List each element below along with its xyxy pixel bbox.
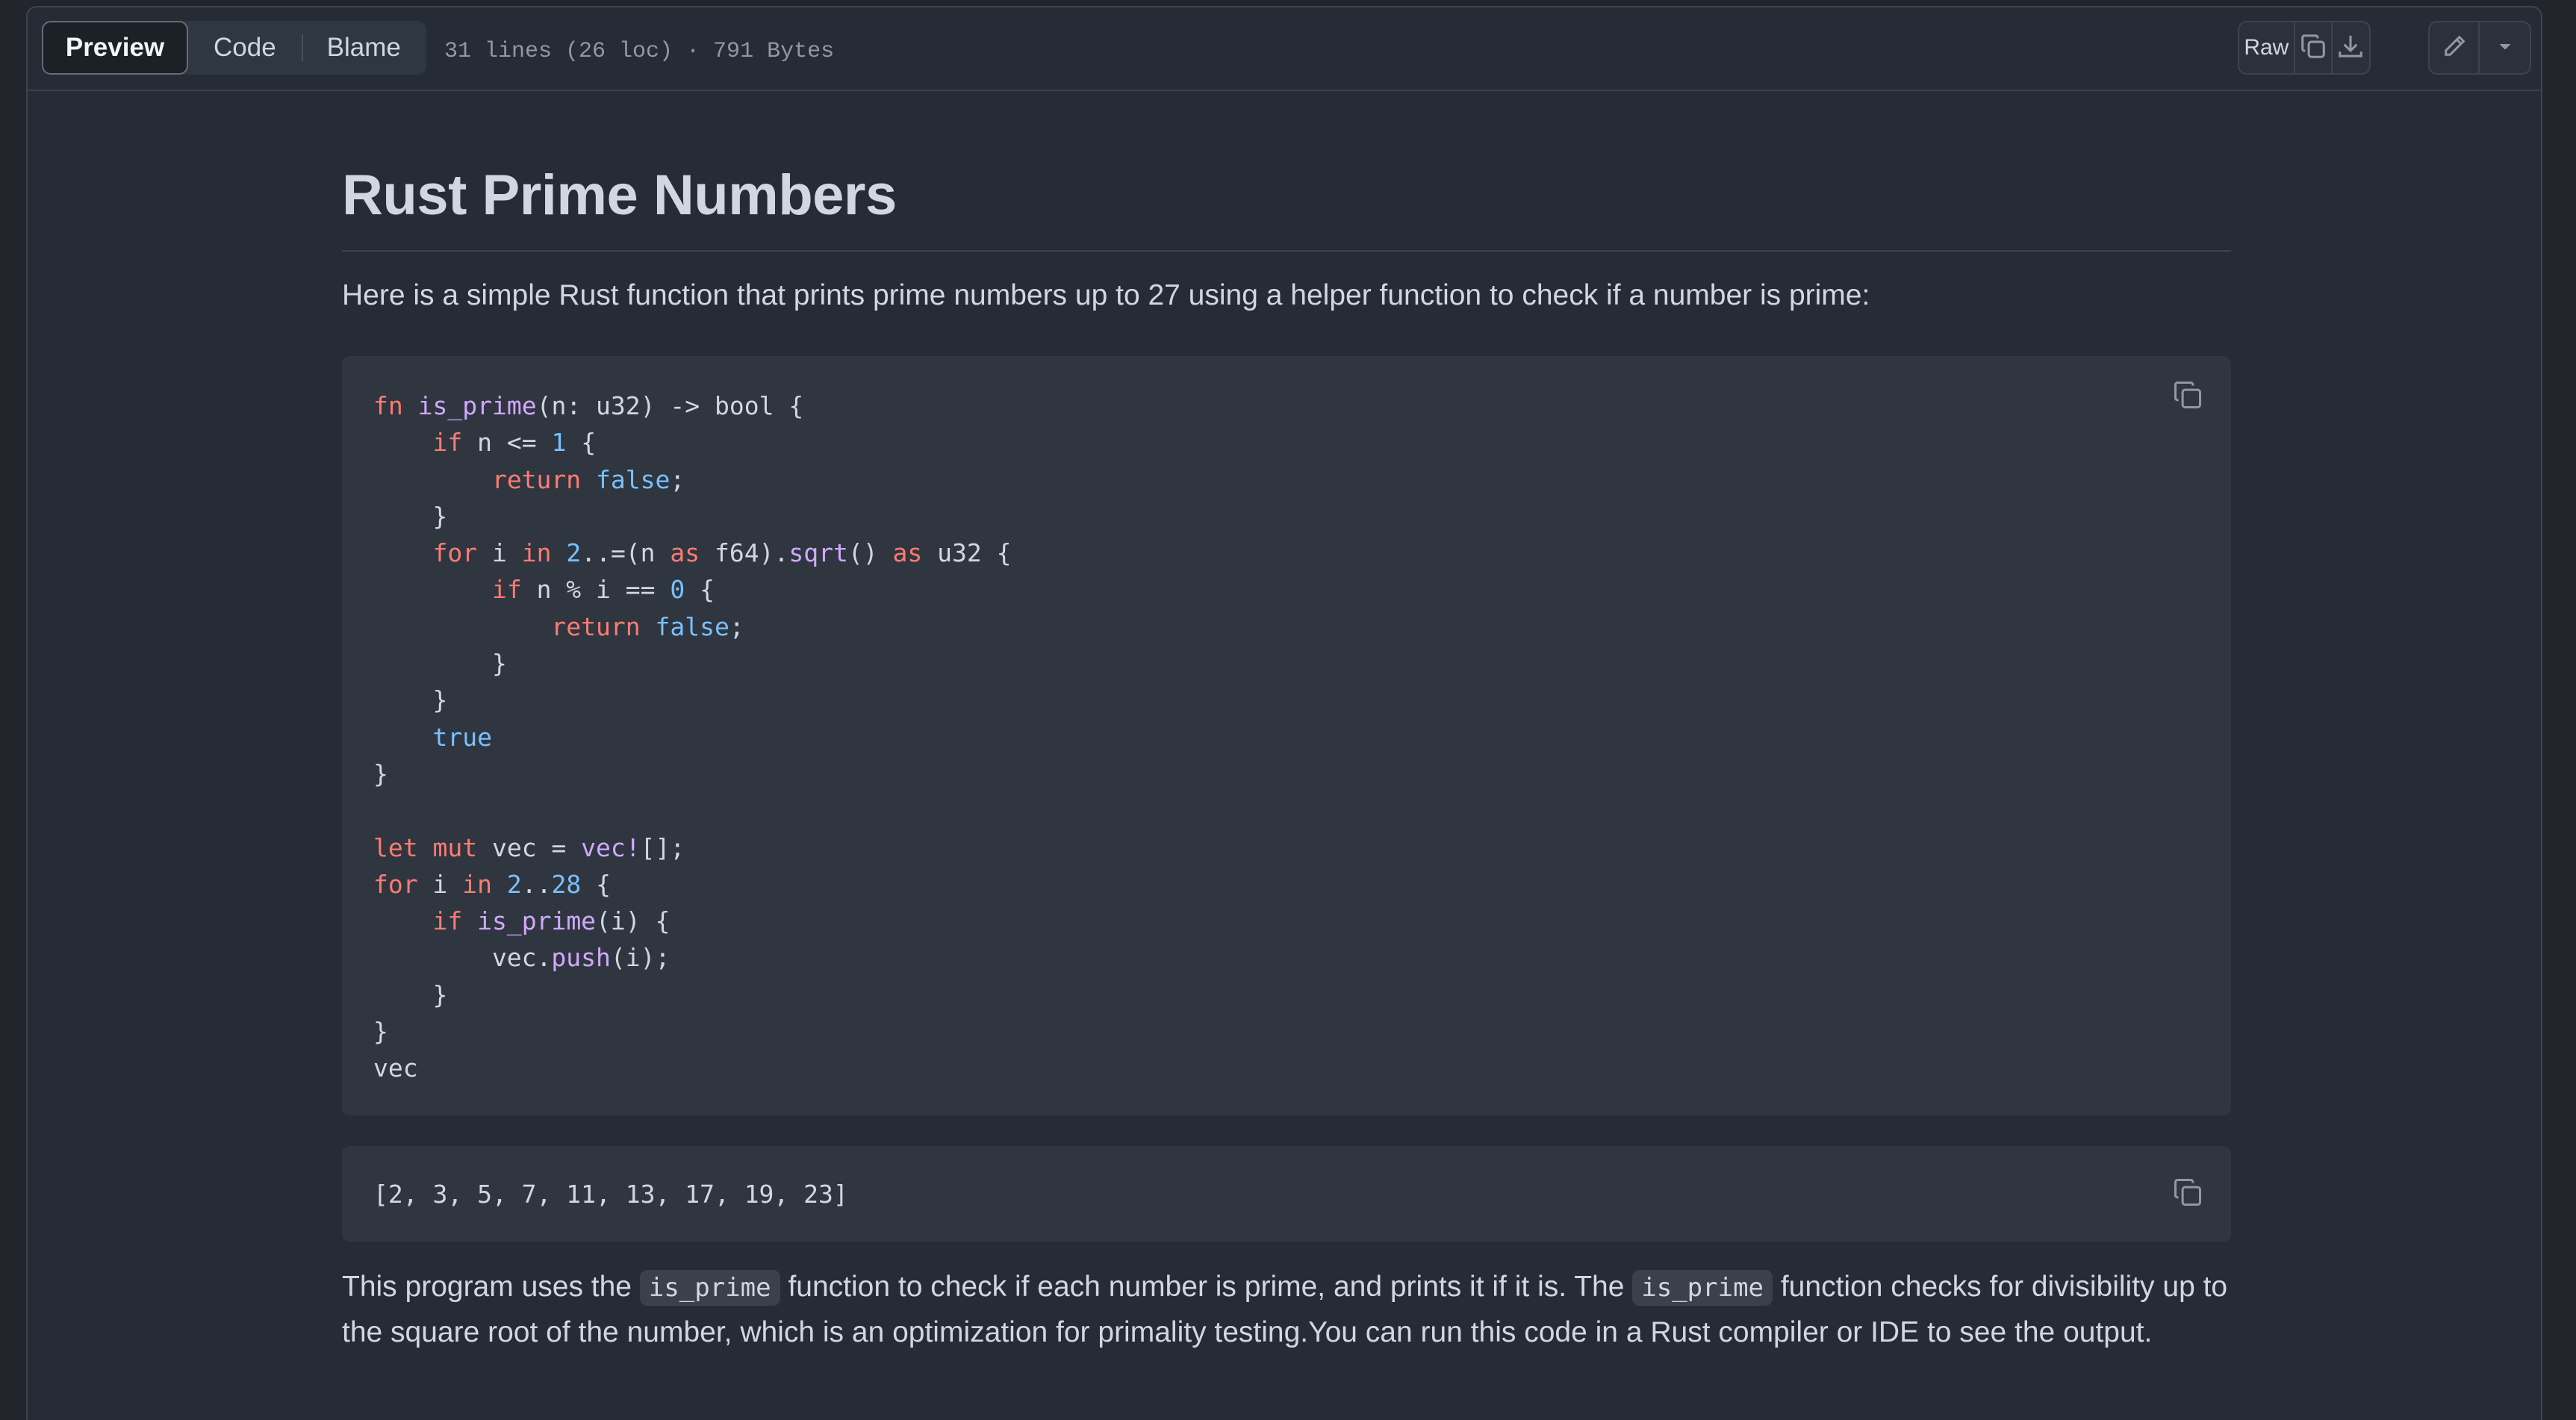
code-content: fn is_prime(n: u32) -> bool { if n <= 1 … [373, 391, 1012, 1083]
copy-icon [2171, 1178, 2204, 1212]
triangle-down-icon [2496, 37, 2514, 59]
download-button[interactable] [2333, 22, 2369, 73]
raw-button[interactable]: Raw [2239, 22, 2295, 73]
outro-text: function to check if each number is prim… [780, 1271, 1633, 1303]
outro-paragraph: This program uses the is_prime function … [342, 1265, 2231, 1355]
page-title: Rust Prime Numbers [342, 164, 897, 227]
title-divider [342, 250, 2231, 252]
intro-paragraph: Here is a simple Rust function that prin… [342, 279, 1870, 311]
file-info: 31 lines (26 loc) · 791 Bytes [444, 39, 835, 64]
more-edit-options-button[interactable] [2480, 22, 2530, 73]
code-block: fn is_prime(n: u32) -> bool { if n <= 1 … [342, 356, 2231, 1115]
copy-output-button[interactable] [2171, 1176, 2204, 1209]
copy-icon [2299, 32, 2327, 64]
copy-raw-button[interactable] [2295, 22, 2333, 73]
tab-blame[interactable]: Blame [301, 21, 426, 75]
output-block: [2, 3, 5, 7, 11, 13, 17, 19, 23] [342, 1146, 2231, 1242]
file-viewer: Preview Code Blame 31 lines (26 loc) · 7… [26, 6, 2542, 1420]
tab-code[interactable]: Code [188, 21, 302, 75]
download-icon [2336, 32, 2365, 64]
copy-code-button[interactable] [2171, 379, 2204, 411]
copy-icon [2171, 381, 2204, 414]
inline-code: is_prime [1632, 1270, 1773, 1306]
tab-preview[interactable]: Preview [42, 21, 188, 75]
file-toolbar: Preview Code Blame 31 lines (26 loc) · 7… [28, 7, 2541, 91]
edit-button[interactable] [2430, 22, 2480, 73]
raw-actions: Raw [2238, 21, 2371, 75]
edit-actions [2428, 21, 2531, 75]
pencil-icon [2441, 33, 2468, 63]
outro-text: This program uses the [342, 1271, 640, 1303]
view-mode-switch: Preview Code Blame [42, 21, 426, 75]
output-content: [2, 3, 5, 7, 11, 13, 17, 19, 23] [373, 1180, 848, 1209]
inline-code: is_prime [639, 1270, 780, 1306]
